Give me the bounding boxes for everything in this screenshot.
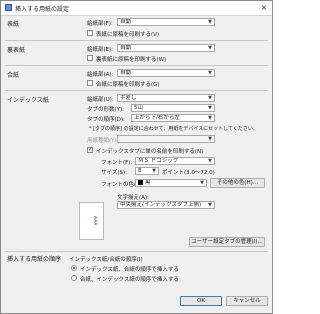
tab-order-note: * [タブの順序] の設定に合わせて、用紙をデバイスにセットしてください。 xyxy=(89,126,258,132)
chevron-down-icon: ▼ xyxy=(208,95,212,101)
other-color-button[interactable]: その他の色(H)... xyxy=(210,178,265,188)
chevron-down-icon: ▼ xyxy=(200,180,204,186)
text-align-label: 文字揃え(A): xyxy=(117,195,149,201)
back-print-label: 裏表紙に原稿を印刷する(W) xyxy=(96,57,167,63)
ok-button[interactable]: OK xyxy=(180,296,222,306)
user-tab-manage-button[interactable]: ユーザー設定タブの管理(I)... xyxy=(189,237,265,247)
insert-print-checkbox[interactable] xyxy=(87,80,93,86)
order-group-label: インデックス紙/合紙の順序(I) xyxy=(69,257,143,263)
color-swatch xyxy=(138,180,143,185)
chevron-down-icon: ▼ xyxy=(152,168,156,174)
size-value: 8 xyxy=(138,168,142,174)
font-color-value: 黒 xyxy=(145,180,151,186)
font-value: ＭＳ Ｐゴシック xyxy=(138,158,179,164)
insert-source-value: 自動 xyxy=(120,70,132,76)
back-source-label: 給紙部(E): xyxy=(87,47,114,53)
tab-preview: AAA xyxy=(79,202,104,240)
cover-print-label: 表紙に原稿を印刷する(V) xyxy=(96,32,160,38)
tab-count-value: 5山 xyxy=(134,105,143,111)
insert-source-label: 給紙部(A): xyxy=(87,72,114,78)
chevron-down-icon: ▼ xyxy=(208,19,212,25)
index-print-checkbox[interactable] xyxy=(87,146,93,153)
chevron-down-icon: ▼ xyxy=(208,136,212,142)
cancel-button[interactable]: キャンセル xyxy=(226,296,268,306)
tab-count-select[interactable]: 5山 ▼ xyxy=(131,104,215,112)
order-option-label: インデックス紙、合紙の順序で挿入する xyxy=(80,267,179,273)
order-option-label: 合紙、インデックス紙の順序で挿入する xyxy=(80,277,179,283)
cover-source-value: 自動 xyxy=(120,19,132,25)
order-section-title: 挿入する用紙の順序 xyxy=(7,256,62,263)
tab-order-select[interactable]: 上から下/右から左 ▼ xyxy=(131,114,215,122)
app-icon xyxy=(5,4,12,11)
divider xyxy=(5,90,268,91)
paper-type-select[interactable]: ▼ xyxy=(117,135,215,143)
insert-source-select[interactable]: 自動 ▼ xyxy=(117,69,215,77)
size-select[interactable]: 8 ▼ xyxy=(135,167,159,175)
order-radio-index-first[interactable] xyxy=(71,265,77,271)
font-select[interactable]: ＭＳ Ｐゴシック ▼ xyxy=(135,157,215,165)
chevron-down-icon: ▼ xyxy=(208,105,212,111)
chevron-down-icon: ▼ xyxy=(208,70,212,76)
font-label: フォント(F): xyxy=(101,160,133,166)
cover-section-title: 表紙 xyxy=(7,21,20,28)
index-print-label: インデックスタブに単の名前を印刷する(N) xyxy=(96,149,204,155)
chevron-down-icon: ▼ xyxy=(208,45,212,51)
window-title: 挿入する用紙の設定 xyxy=(15,6,70,13)
index-source-select[interactable]: 手差し ▼ xyxy=(117,94,215,102)
back-source-select[interactable]: 自動 ▼ xyxy=(117,44,215,52)
paper-type-label: 用紙種類(Y): xyxy=(87,138,119,144)
back-source-value: 自動 xyxy=(120,45,132,51)
back-section-title: 裏表紙 xyxy=(7,47,26,54)
index-section-title: インデックス紙 xyxy=(7,97,49,104)
size-unit: ポイント(3.0〜72.0) xyxy=(162,170,215,176)
divider xyxy=(5,251,268,252)
insert-print-label: 合紙に原稿を印刷する(G) xyxy=(96,82,160,88)
tab-preview-text: AAA xyxy=(92,216,97,226)
insert-section-title: 合紙 xyxy=(7,72,20,79)
font-color-select[interactable]: 黒 ▼ xyxy=(135,179,207,187)
chevron-down-icon: ▼ xyxy=(208,202,212,208)
order-radio-insert-first[interactable] xyxy=(71,275,77,281)
back-print-checkbox[interactable] xyxy=(87,55,93,61)
cover-print-checkbox[interactable] xyxy=(87,30,93,36)
chevron-down-icon: ▼ xyxy=(208,115,212,121)
divider xyxy=(5,65,268,66)
chevron-down-icon: ▼ xyxy=(208,158,212,164)
index-source-value: 手差し xyxy=(120,95,137,101)
tab-order-value: 上から下/右から左 xyxy=(134,115,180,121)
tab-count-label: タブの形数(Y): xyxy=(87,107,125,113)
divider xyxy=(5,40,268,41)
size-label: サイズ(S): xyxy=(101,170,127,176)
tab-order-label: タブの順序(D): xyxy=(87,117,125,123)
text-align-select[interactable]: 中央揃え(インデックスタブ上側) ▼ xyxy=(117,201,215,209)
cover-source-label: 給紙部(F): xyxy=(87,21,113,27)
text-align-value: 中央揃え(インデックスタブ上側) xyxy=(120,202,202,208)
close-icon[interactable]: × xyxy=(259,3,269,12)
index-source-label: 給紙部(U): xyxy=(87,97,114,103)
cover-source-select[interactable]: 自動 ▼ xyxy=(117,18,215,26)
title-bar: 挿入する用紙の設定 × xyxy=(1,1,272,16)
insert-paper-dialog: 挿入する用紙の設定 × 表紙 給紙部(F): 自動 ▼ 表紙に原稿を印刷する(V… xyxy=(0,0,273,314)
